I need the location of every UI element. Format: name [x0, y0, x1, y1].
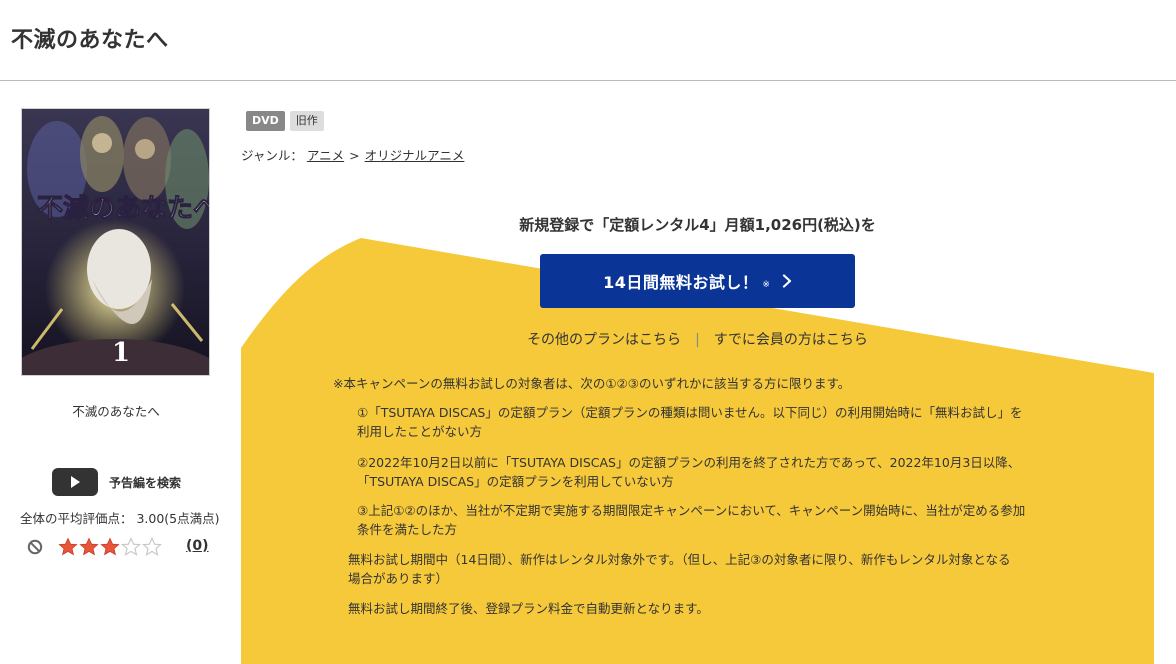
notice-item3-line2: 条件を満たした方: [357, 522, 458, 537]
plan-links-row: その他のプランはこちら | すでに会員の方はこちら: [241, 329, 1154, 349]
other-plans-link[interactable]: その他のプランはこちら: [527, 332, 681, 348]
format-badges: DVD 旧作: [246, 111, 324, 131]
dvd-cover-image[interactable]: 不滅のあなたへ 1: [21, 108, 210, 376]
notice-renewal: 無料お試し期間終了後、登録プラン料金で自動更新となります。: [348, 601, 709, 616]
title-divider: [0, 80, 1176, 81]
notice-item2-line2: 「TSUTAYA DISCAS」の定額プランを利用していない方: [357, 474, 674, 489]
badge-old-release: 旧作: [289, 111, 324, 131]
trailer-search-label[interactable]: 予告編を検索: [109, 474, 181, 491]
notice-trial-line1: 無料お試し期間中（14日間）、新作はレンタル対象外です。（但し、上記③の対象者に…: [348, 552, 1011, 567]
play-icon[interactable]: [52, 468, 98, 496]
trailer-search-button[interactable]: 予告編を検索: [52, 468, 181, 496]
badge-dvd: DVD: [246, 111, 285, 131]
link-separator: |: [695, 332, 700, 348]
star-filled-icon: [100, 537, 120, 556]
notice-trial-line2: 場合があります）: [348, 571, 449, 586]
rating-stars: [58, 537, 162, 557]
rating-row: (0): [27, 537, 217, 559]
free-trial-label[interactable]: 14日間無料お試し！: [603, 269, 758, 293]
notice-item2-line1: ②2022年10月2日以前に「TSUTAYA DISCAS」の定額プランの利用を…: [357, 455, 1021, 470]
page-title: 不滅のあなたへ: [11, 28, 169, 53]
free-trial-note-mark: ※: [762, 280, 770, 290]
genre-separator: >: [349, 148, 360, 163]
notice-item1-line2: 利用したことがない方: [357, 424, 483, 439]
star-filled-icon: [79, 537, 99, 556]
genre-link-anime[interactable]: アニメ: [307, 148, 344, 163]
review-count-link[interactable]: (0): [186, 538, 209, 554]
chevron-right-icon[interactable]: [782, 274, 792, 288]
free-trial-button[interactable]: 14日間無料お試し！ ※: [540, 254, 855, 308]
svg-text:不滅のあなたへ: 不滅のあなたへ: [37, 194, 209, 224]
average-rating-label: 全体の平均評価点： 3.00(5点満点): [20, 511, 220, 526]
cover-caption[interactable]: 不滅のあなたへ: [20, 401, 212, 420]
star-filled-icon: [58, 537, 78, 556]
genre-prefix: ジャンル：: [241, 148, 303, 163]
notice-item3-line1: ③上記①②のほか、当社が不定期で実施する期間限定キャンペーンにおいて、キャンペー…: [357, 503, 1026, 518]
genre-breadcrumb: ジャンル： アニメ > オリジナルアニメ: [241, 145, 464, 164]
star-empty-icon: [121, 537, 141, 556]
notice-item1-line1: ①「TSUTAYA DISCAS」の定額プラン（定額プランの種類は問いません。以…: [357, 405, 1023, 420]
notice-intro: ※本キャンペーンの無料お試しの対象者は、次の①②③のいずれかに該当する方に限りま…: [333, 376, 851, 391]
star-empty-icon: [142, 537, 162, 556]
promo-heading: 新規登録で「定額レンタル4」月額1,026円(税込)を: [519, 216, 876, 234]
genre-link-original-anime[interactable]: オリジナルアニメ: [365, 148, 465, 163]
member-login-link[interactable]: すでに会員の方はこちら: [714, 332, 868, 348]
svg-text:1: 1: [112, 338, 130, 368]
ban-icon[interactable]: [27, 539, 43, 555]
